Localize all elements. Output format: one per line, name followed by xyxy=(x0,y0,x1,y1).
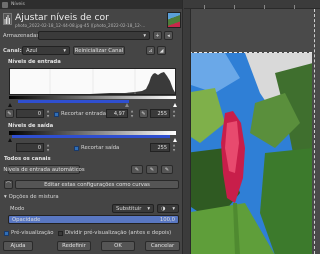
ruler-tick xyxy=(264,5,265,9)
dialog-title: Ajustar níveis de cor xyxy=(15,12,109,23)
input-levels-heading: Níveis de entrada xyxy=(8,59,61,65)
clip-input-row[interactable]: Recortar entrada xyxy=(54,111,106,117)
clip-output-label: Recortar saída xyxy=(81,145,120,151)
collapse-icon: ▾ xyxy=(4,194,7,200)
curves-icon: ⌒ xyxy=(4,180,13,189)
spin-arrows-icon[interactable]: ▲ ▼ xyxy=(45,143,51,152)
channel-label: Canal: xyxy=(3,48,22,54)
ruler-tick xyxy=(294,5,295,9)
histogram xyxy=(9,68,176,95)
blend-options-label: Opções de mistura xyxy=(8,194,59,200)
input-high-handle[interactable] xyxy=(173,103,177,107)
composite-mode-combo[interactable]: ◑ ▾ xyxy=(157,204,179,213)
canvas-guide xyxy=(314,9,315,254)
input-gamma-handle[interactable] xyxy=(125,103,129,107)
mode-label: Modo xyxy=(10,206,25,212)
all-channels-heading: Todos os canais xyxy=(4,156,51,162)
mode-row: Modo xyxy=(10,206,24,212)
clip-output-row[interactable]: Recortar saída xyxy=(74,145,119,151)
input-high-spin[interactable]: 255 xyxy=(150,109,170,118)
ruler-tick xyxy=(234,5,235,9)
input-range-bar[interactable] xyxy=(18,100,129,103)
opacity-value: 100,0 xyxy=(159,217,175,223)
add-preset-button[interactable]: + xyxy=(153,31,162,40)
levels-dialog: Níveis Ajustar níveis de cor photo_2022-… xyxy=(0,0,183,254)
top-ruler xyxy=(184,0,320,9)
reset-channel-button[interactable]: Reinicializar Canal xyxy=(73,46,125,55)
chevron-down-icon: ▾ xyxy=(172,205,175,212)
preview-checkbox[interactable] xyxy=(4,230,9,236)
edit-as-curves-button[interactable]: Editar estas configurações como curvas xyxy=(15,180,179,189)
spin-arrows-icon[interactable]: ▲ ▼ xyxy=(129,109,135,118)
help-button[interactable]: Ajuda xyxy=(3,241,33,251)
opacity-label: Opacidade xyxy=(12,217,41,223)
clip-input-label: Recortar entrada xyxy=(61,111,106,117)
composite-icon: ◑ xyxy=(161,205,166,212)
split-preview-label: Dividir pré-visualização (antes e depois… xyxy=(65,230,172,236)
spin-arrows-icon[interactable]: ▲ ▼ xyxy=(171,109,177,118)
input-gamma-spin[interactable]: 4,97 xyxy=(106,109,128,118)
image-canvas[interactable] xyxy=(184,0,320,254)
eyedropper-white-icon[interactable]: ✎ xyxy=(161,165,173,174)
split-preview-checkbox[interactable] xyxy=(58,230,63,236)
output-low-value: 0 xyxy=(37,144,41,151)
clip-output-checkbox[interactable] xyxy=(74,145,79,151)
window-title: Níveis xyxy=(11,2,25,7)
presets-menu-button[interactable]: ◂ xyxy=(164,31,173,40)
channel-value: Azul xyxy=(26,47,38,54)
eyedropper-black-icon[interactable]: ✎ xyxy=(131,165,143,174)
input-high-value: 255 xyxy=(157,110,167,117)
clip-input-checkbox[interactable] xyxy=(54,111,59,117)
ruler-tick xyxy=(204,5,205,9)
blend-options-expander[interactable]: ▾ Opções de mistura xyxy=(4,194,59,200)
output-high-handle[interactable] xyxy=(173,138,177,142)
eyedropper-icon[interactable]: ✎ xyxy=(139,109,148,118)
ok-button[interactable]: OK xyxy=(101,241,135,251)
presets-label: Armazenadas: xyxy=(3,33,41,39)
eyedropper-icon[interactable]: ✎ xyxy=(5,109,14,118)
flower-photo xyxy=(185,53,312,254)
image-subtitle: photo_2022-02-18_12-44-08.jpg-45 ([photo… xyxy=(15,23,146,28)
channel-combo[interactable]: Azul ▾ xyxy=(22,46,70,55)
input-low-handle[interactable] xyxy=(8,103,12,107)
chevron-down-icon: ▾ xyxy=(143,32,146,39)
input-low-value: 0 xyxy=(37,110,41,117)
chevron-down-icon: ▾ xyxy=(147,205,150,212)
spin-arrows-icon[interactable]: ▲ ▼ xyxy=(171,143,177,152)
chevron-down-icon: ▾ xyxy=(63,47,66,54)
input-gradient xyxy=(9,96,176,99)
mode-combo[interactable]: Substituir ▾ xyxy=(112,204,154,213)
output-range-bar[interactable] xyxy=(12,135,170,138)
levels-icon xyxy=(3,13,12,25)
channel-row: Canal: xyxy=(3,48,22,54)
gimp-app-icon xyxy=(2,1,8,8)
spin-arrows-icon[interactable]: ▲ ▼ xyxy=(45,109,51,118)
output-low-spin[interactable]: 0 xyxy=(16,143,44,152)
histogram-log-icon[interactable]: ◢ xyxy=(157,46,166,55)
cancel-button[interactable]: Cancelar xyxy=(145,241,180,251)
preview-row[interactable]: Pré-visualização xyxy=(4,230,54,236)
presets-row: Armazenadas: xyxy=(3,33,41,39)
dialog-header: Ajustar níveis de cor photo_2022-02-18_1… xyxy=(0,10,182,30)
reset-button[interactable]: Redefinir xyxy=(57,241,91,251)
mode-value: Substituir xyxy=(116,205,142,212)
output-low-handle[interactable] xyxy=(8,138,12,142)
split-preview-row[interactable]: Dividir pré-visualização (antes e depois… xyxy=(58,230,171,236)
left-ruler xyxy=(184,9,191,254)
title-bar: Níveis xyxy=(0,0,182,9)
auto-input-levels-button[interactable]: Níveis de entrada automáticos xyxy=(3,165,85,174)
image-thumbnail xyxy=(167,12,181,28)
input-gamma-value: 4,97 xyxy=(113,110,125,117)
output-high-spin[interactable]: 255 xyxy=(150,143,170,152)
histogram-graph xyxy=(10,69,175,94)
photo-preview xyxy=(184,52,312,254)
output-levels-heading: Níveis de saída xyxy=(8,123,54,129)
eyedropper-gray-icon[interactable]: ✎ xyxy=(146,165,158,174)
input-low-spin[interactable]: 0 xyxy=(16,109,44,118)
preview-label: Pré-visualização xyxy=(11,230,54,236)
presets-combo[interactable]: ▾ xyxy=(38,31,150,40)
opacity-slider[interactable]: Opacidade 100,0 xyxy=(8,215,179,224)
histogram-linear-icon[interactable]: ⊿ xyxy=(146,46,155,55)
output-high-value: 255 xyxy=(157,144,167,151)
